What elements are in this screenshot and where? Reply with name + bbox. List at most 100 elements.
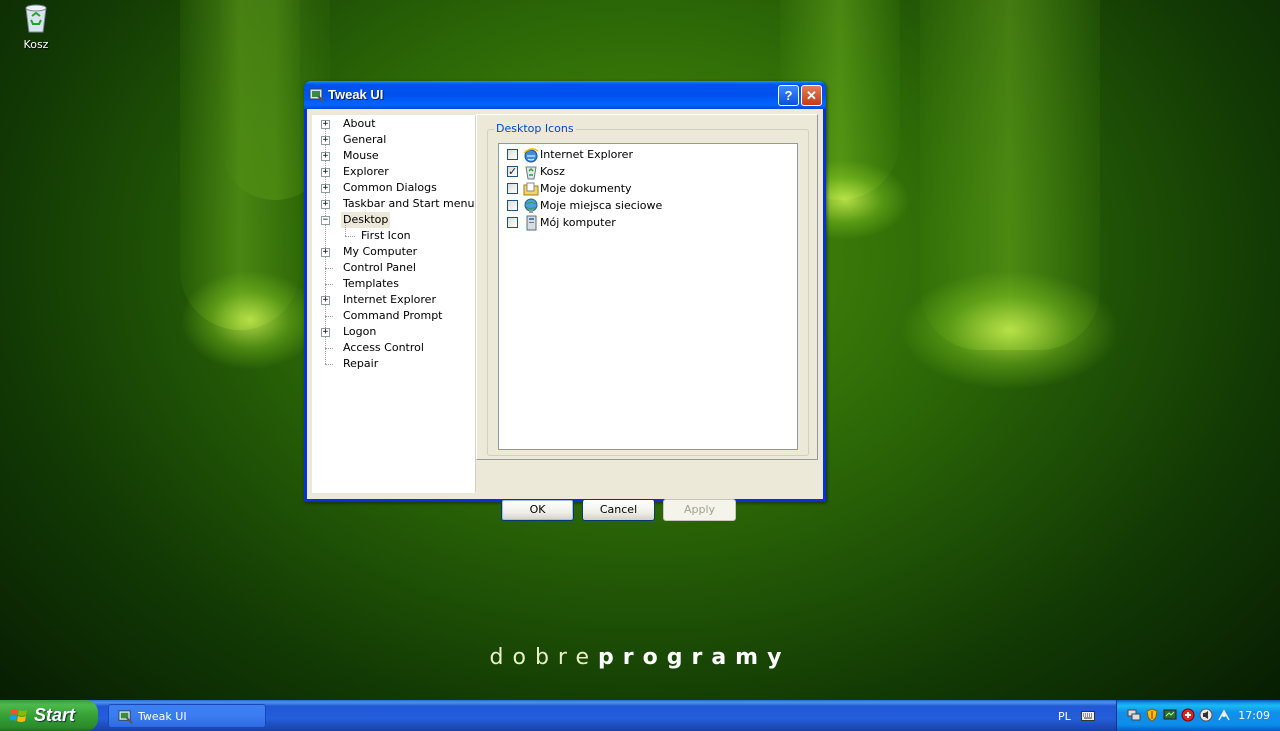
antivirus-icon[interactable] <box>1181 708 1195 722</box>
window-title: Tweak UI <box>328 87 384 102</box>
tree-item-label: Internet Explorer <box>343 293 436 306</box>
ok-button[interactable]: OK <box>501 499 574 521</box>
tree-item-desktop[interactable]: − Desktop <box>313 212 473 228</box>
tree-item-label: About <box>343 117 376 130</box>
taskbar: Start Tweak UI PL 17:09 <box>0 700 1280 731</box>
tree-item-taskbar-and-start-menu[interactable]: + Taskbar and Start menu <box>313 196 475 212</box>
speaker-icon[interactable] <box>1199 708 1213 722</box>
tree-connector-line <box>345 236 355 237</box>
security-shield-icon[interactable] <box>1145 708 1159 722</box>
group-title: Desktop Icons <box>494 122 576 135</box>
tree-item-label: My Computer <box>343 245 418 258</box>
tree-item-explorer[interactable]: + Explorer <box>313 164 473 180</box>
cancel-button[interactable]: Cancel <box>582 499 655 521</box>
dialog-client-area: + About + General + Mouse + Explorer + Common Dia… <box>307 109 823 521</box>
tree-item-control-panel[interactable]: Control Panel <box>313 260 473 276</box>
tree-item-label: First Icon <box>361 229 411 242</box>
tree-connector-line <box>325 316 333 317</box>
tree-item-label: Access Control <box>343 341 424 354</box>
tree-branch-line <box>345 220 346 236</box>
list-item-internet-explorer[interactable]: Internet Explorer <box>507 147 787 163</box>
desktop-icon-recycle-bin[interactable]: Kosz <box>14 2 58 51</box>
tweak-ui-app-icon <box>309 87 325 103</box>
list-item-my-computer[interactable]: Mój komputer <box>507 215 787 231</box>
tree-item-repair[interactable]: Repair <box>313 356 473 372</box>
keyboard-icon[interactable] <box>1081 711 1095 721</box>
checkbox[interactable] <box>507 217 518 228</box>
wireless-icon[interactable] <box>1217 708 1231 722</box>
expand-icon[interactable]: + <box>321 136 330 145</box>
checkbox[interactable] <box>507 183 518 194</box>
list-item-label: Moje dokumenty <box>540 182 632 195</box>
tree-item-label: Desktop <box>341 212 391 228</box>
tree-item-internet-explorer[interactable]: + Internet Explorer <box>313 292 473 308</box>
tree-item-label: Templates <box>343 277 399 290</box>
tree-item-templates[interactable]: Templates <box>313 276 473 292</box>
tree-item-label: Repair <box>343 357 379 370</box>
recycle-bin-icon <box>21 2 51 34</box>
expand-icon[interactable]: + <box>321 248 330 257</box>
tree-item-about[interactable]: + About <box>313 116 473 132</box>
tree-item-label: Logon <box>343 325 377 338</box>
tree-item-my-computer[interactable]: + My Computer <box>313 244 473 260</box>
tree-connector-line <box>325 364 333 365</box>
tree-item-label: General <box>343 133 387 146</box>
title-bar[interactable]: Tweak UI ? ✕ <box>304 81 826 109</box>
help-button[interactable]: ? <box>778 85 799 106</box>
checkbox[interactable]: ✓ <box>507 166 518 177</box>
tree-item-general[interactable]: + General <box>313 132 473 148</box>
expand-icon[interactable]: + <box>321 184 330 193</box>
network-places-icon <box>523 198 539 214</box>
start-button[interactable]: Start <box>0 700 98 731</box>
settings-panel: Desktop Icons Internet Explorer ✓ Kosz Moje… <box>476 114 818 460</box>
monitor-tray-icon[interactable] <box>1163 708 1177 722</box>
expand-icon[interactable]: + <box>321 120 330 129</box>
my-computer-icon <box>523 215 539 231</box>
recycle-bin-icon <box>523 164 539 180</box>
tree-item-logon[interactable]: + Logon <box>313 324 473 340</box>
desktop-icon-label: Kosz <box>23 38 49 51</box>
tree-item-label: Taskbar and Start menu <box>343 197 475 210</box>
list-item-label: Internet Explorer <box>540 148 633 161</box>
desktop-icons-group: Desktop Icons Internet Explorer ✓ Kosz Moje… <box>487 122 809 456</box>
close-button[interactable]: ✕ <box>801 85 822 106</box>
tree-item-label: Explorer <box>343 165 389 178</box>
category-tree[interactable]: + About + General + Mouse + Explorer + Common Dia… <box>312 115 476 493</box>
clock[interactable]: 17:09 <box>1238 709 1270 722</box>
tweak-ui-app-icon <box>118 709 133 724</box>
tree-item-label: Command Prompt <box>343 309 443 322</box>
windows-flag-icon <box>9 707 28 725</box>
list-item-label: Moje miejsca sieciowe <box>540 199 663 212</box>
internet-explorer-icon <box>523 147 539 163</box>
tweak-ui-window: Tweak UI ? ✕ + About + General + Mouse + Explor… <box>304 81 826 521</box>
expand-icon[interactable]: + <box>321 296 330 305</box>
expand-icon[interactable]: + <box>321 168 330 177</box>
wallpaper-logo: dobreprogramy <box>0 645 1280 670</box>
list-item-label: Kosz <box>540 165 565 178</box>
tree-connector-line <box>325 284 333 285</box>
tree-item-access-control[interactable]: Access Control <box>313 340 473 356</box>
collapse-icon[interactable]: − <box>321 216 330 225</box>
checkbox[interactable] <box>507 149 518 160</box>
expand-icon[interactable]: + <box>321 200 330 209</box>
wallpaper-logo-bold: programy <box>598 645 791 670</box>
list-item-network-places[interactable]: Moje miejsca sieciowe <box>507 198 787 214</box>
taskbar-item-tweak-ui[interactable]: Tweak UI <box>108 704 266 728</box>
tree-item-mouse[interactable]: + Mouse <box>313 148 473 164</box>
language-indicator[interactable]: PL <box>1058 710 1071 723</box>
tree-item-first-icon[interactable]: First Icon <box>313 220 473 244</box>
list-item-label: Mój komputer <box>540 216 616 229</box>
tree-item-command-prompt[interactable]: Command Prompt <box>313 308 473 324</box>
checkbox[interactable] <box>507 200 518 211</box>
tree-item-label: Common Dialogs <box>343 181 437 194</box>
expand-icon[interactable]: + <box>321 328 330 337</box>
list-item-my-documents[interactable]: Moje dokumenty <box>507 181 787 197</box>
list-item-recycle-bin[interactable]: ✓ Kosz <box>507 164 787 180</box>
tree-item-label: Control Panel <box>343 261 416 274</box>
tree-item-common-dialogs[interactable]: + Common Dialogs <box>313 180 473 196</box>
network-tray-icon[interactable] <box>1127 708 1141 722</box>
my-documents-icon <box>523 181 539 197</box>
apply-button[interactable]: Apply <box>663 499 736 521</box>
expand-icon[interactable]: + <box>321 152 330 161</box>
desktop-icons-list[interactable]: Internet Explorer ✓ Kosz Moje dokumenty Moje… <box>498 143 798 450</box>
